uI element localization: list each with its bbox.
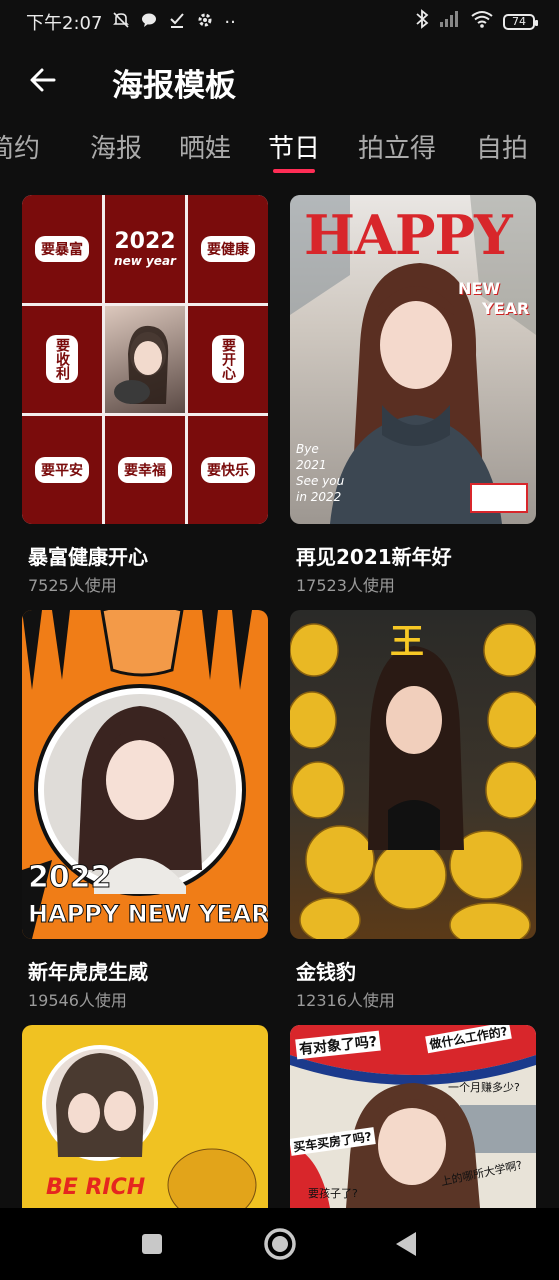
tab-holiday[interactable]: 节日 <box>268 128 320 165</box>
sticker-text: 要平安 <box>35 457 89 484</box>
sticker-cell: 要快乐 <box>188 416 268 524</box>
status-bar: 下午2:07 ·· 74 <box>0 0 559 40</box>
poster-note: Bye 2021 See you in 2022 <box>296 441 344 505</box>
sticker-text: 要幸福 <box>118 457 172 484</box>
system-navigation-bar <box>0 1208 559 1280</box>
task-check-icon <box>168 11 186 34</box>
poster-mark: 王 <box>390 622 424 662</box>
signal-icon <box>439 10 461 33</box>
template-title[interactable]: 新年虎虎生威 <box>28 956 148 985</box>
template-card-image[interactable]: 2022 HAPPY NEW YEAR <box>22 610 268 939</box>
square-icon <box>142 1234 162 1254</box>
template-title[interactable]: 再见2021新年好 <box>296 541 452 570</box>
template-usage-count: 17523人使用 <box>296 576 395 595</box>
note-line: 2021 <box>296 458 327 472</box>
tab-selfie[interactable]: 自拍 <box>476 128 528 165</box>
sticker-text: 要收利 <box>46 335 78 384</box>
template-usage-count: 19546人使用 <box>28 991 127 1010</box>
system-back-button[interactable] <box>394 1230 418 1262</box>
chat-icon <box>140 11 158 34</box>
poster-headline: BE RICH <box>46 1175 146 1200</box>
home-circle-icon <box>264 1228 296 1260</box>
note-line: Bye <box>296 442 319 456</box>
template-card-image[interactable]: 王 <box>290 610 536 939</box>
sticker-cell: 要开心 <box>188 305 268 414</box>
sticker-text: 要暴富 <box>35 235 89 262</box>
template-card-image[interactable]: 要暴富 2022 new year 要健康 要收利 要开心 要平安 要幸福 要快… <box>22 195 268 524</box>
note-line: in 2022 <box>296 490 342 504</box>
template-usage-count: 7525人使用 <box>28 576 117 595</box>
app-header: 海报模板 <box>0 54 559 110</box>
template-title[interactable]: 金钱豹 <box>296 956 356 985</box>
tab-simple[interactable]: 简约 <box>0 128 40 165</box>
scribble-sticker <box>470 483 528 513</box>
template-card-image[interactable]: 有对象了吗? 做什么工作的? 一个月赚多少? 买车买房了吗? 上的哪所大学啊? … <box>290 1025 536 1208</box>
poster-line3: YEAR <box>482 299 530 318</box>
clock: 下午2:07 <box>26 13 103 34</box>
poster-subtitle: new year <box>114 254 176 269</box>
poster-year: 2022 <box>114 229 176 255</box>
sticker-cell: 要平安 <box>22 416 102 524</box>
question-bubble: 要孩子了? <box>308 1187 358 1200</box>
more-notifications: ·· <box>224 11 236 33</box>
portrait-photo <box>114 326 169 405</box>
sticker-cell: 要健康 <box>188 195 268 303</box>
sticker-cell: 要幸福 <box>105 416 185 524</box>
sticker-cell: 要收利 <box>22 305 102 414</box>
sticker-cell: 要暴富 <box>22 195 102 303</box>
tab-poster[interactable]: 海报 <box>90 128 142 165</box>
mute-icon <box>112 11 130 34</box>
tab-baby[interactable]: 晒娃 <box>179 128 231 165</box>
poster-headline: HAPPY <box>304 203 513 267</box>
active-tab-indicator <box>273 169 315 173</box>
sticker-text: 要快乐 <box>201 457 255 484</box>
back-button[interactable] <box>28 64 60 96</box>
year-cell: 2022 new year <box>105 195 185 303</box>
back-arrow-icon <box>30 68 56 92</box>
settings-gear-icon <box>196 11 214 34</box>
poster-headline: HAPPY NEW YEAR <box>28 900 268 929</box>
wifi-icon <box>471 10 493 33</box>
category-tabs: 简约 海报 晒娃 节日 拍立得 自拍 <box>0 128 559 176</box>
note-line: See you <box>296 474 345 488</box>
triangle-back-icon <box>396 1232 416 1256</box>
template-usage-count: 12316人使用 <box>296 991 395 1010</box>
home-button[interactable] <box>263 1227 297 1265</box>
bluetooth-icon <box>415 9 429 34</box>
poster-year: 2022 <box>28 860 112 896</box>
battery-indicator: 74 <box>503 13 538 30</box>
question-bubble: 一个月赚多少? <box>448 1081 520 1094</box>
sticker-text: 要开心 <box>212 335 244 384</box>
template-card-image[interactable]: HAPPY NEW YEAR Bye 2021 See you in 2022 <box>290 195 536 524</box>
poster-line2: NEW <box>458 279 500 298</box>
recent-apps-button[interactable] <box>140 1232 164 1260</box>
template-card-image[interactable]: BE RICH <box>22 1025 268 1208</box>
sticker-text: 要健康 <box>201 235 255 262</box>
page-title: 海报模板 <box>112 68 236 104</box>
template-title[interactable]: 暴富健康开心 <box>28 541 148 570</box>
tab-polaroid[interactable]: 拍立得 <box>358 128 436 165</box>
photo-cell <box>105 305 185 414</box>
